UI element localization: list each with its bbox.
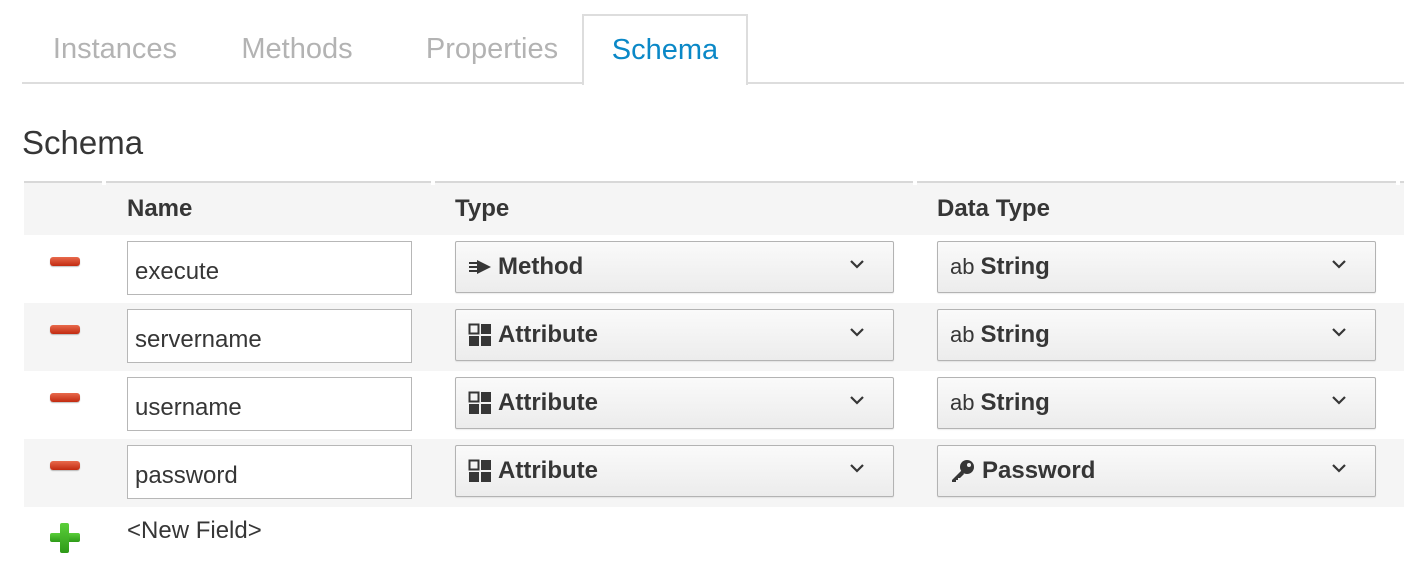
new-field-row: <New Field>	[24, 507, 1404, 567]
tab-schema[interactable]: Schema	[582, 14, 748, 85]
data-type-select-value: String	[980, 321, 1050, 348]
type-select[interactable]: Method	[455, 241, 894, 293]
table-row: Method ab String	[24, 235, 1404, 303]
data-type-select-value: Password	[982, 457, 1096, 484]
plus-icon-vertical	[60, 523, 69, 553]
data-type-select-value: String	[980, 253, 1050, 280]
attribute-icon	[468, 459, 492, 483]
type-select[interactable]: Attribute	[455, 445, 894, 497]
string-icon: ab	[950, 322, 975, 347]
section-title: Schema	[22, 124, 144, 161]
column-header-data-type: Data Type	[937, 195, 1050, 222]
remove-field-button[interactable]	[50, 461, 80, 470]
chevron-down-icon	[849, 324, 865, 345]
method-icon	[468, 257, 492, 277]
column-header-name: Name	[127, 195, 193, 222]
chevron-down-icon	[1331, 460, 1347, 481]
type-select[interactable]: Attribute	[455, 377, 894, 429]
key-icon	[950, 459, 976, 483]
field-name-input[interactable]	[127, 445, 412, 499]
table-header: Name Type Data Type	[24, 181, 1404, 235]
string-icon: ab	[950, 390, 975, 415]
tab-methods[interactable]: Methods	[218, 14, 376, 84]
chevron-down-icon	[849, 460, 865, 481]
field-name-input[interactable]	[127, 309, 412, 363]
remove-field-button[interactable]	[50, 325, 80, 334]
data-type-select-value: String	[980, 389, 1050, 416]
data-type-select[interactable]: ab String	[937, 377, 1376, 429]
remove-field-button[interactable]	[50, 393, 80, 402]
type-select[interactable]: Attribute	[455, 309, 894, 361]
table-row: Attribute ab String	[24, 303, 1404, 371]
new-field-link[interactable]: <New Field>	[127, 517, 262, 545]
type-select-value: Method	[498, 253, 584, 280]
field-name-input[interactable]	[127, 377, 412, 431]
schema-table: Name Type Data Type Method ab String Att…	[24, 181, 1404, 567]
remove-field-button[interactable]	[50, 257, 80, 266]
column-header-type: Type	[455, 195, 510, 222]
field-name-input[interactable]	[127, 241, 412, 295]
string-icon: ab	[950, 254, 975, 279]
table-row: Attribute Password	[24, 439, 1404, 507]
add-field-button[interactable]	[50, 523, 80, 553]
chevron-down-icon	[849, 392, 865, 413]
table-row: Attribute ab String	[24, 371, 1404, 439]
type-select-value: Attribute	[498, 321, 598, 348]
chevron-down-icon	[1331, 324, 1347, 345]
tab-bar: Instances Methods Properties Schema	[22, 14, 1404, 85]
type-select-value: Attribute	[498, 457, 598, 484]
chevron-down-icon	[1331, 392, 1347, 413]
data-type-select[interactable]: ab String	[937, 309, 1376, 361]
attribute-icon	[468, 391, 492, 415]
tab-properties[interactable]: Properties	[402, 14, 582, 84]
data-type-select[interactable]: Password	[937, 445, 1376, 497]
chevron-down-icon	[849, 256, 865, 277]
data-type-select[interactable]: ab String	[937, 241, 1376, 293]
type-select-value: Attribute	[498, 389, 598, 416]
attribute-icon	[468, 323, 492, 347]
tab-instances[interactable]: Instances	[22, 14, 208, 84]
chevron-down-icon	[1331, 256, 1347, 277]
